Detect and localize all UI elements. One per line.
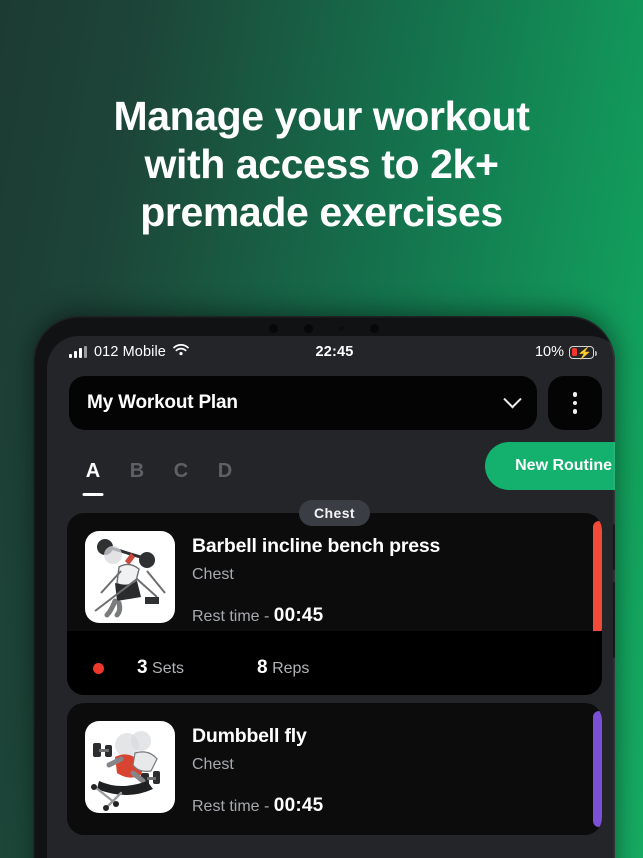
workout-plan-label: My Workout Plan (87, 392, 238, 413)
volume-down-button[interactable] (613, 582, 615, 658)
rest-label: Rest time - (192, 608, 274, 625)
new-routine-button[interactable]: New Routine (485, 442, 615, 490)
tab-routine-c[interactable]: C (159, 460, 203, 483)
exercise-name: Barbell incline bench press (192, 535, 441, 557)
status-bar-right: 10% ⚡ (534, 344, 598, 360)
camera-dot-icon (370, 323, 379, 333)
sets-value: 3 (137, 657, 148, 678)
device-screen: 012 Mobile 22:45 10% ⚡ My Workout Plan A… (47, 336, 615, 858)
workout-plan-selector[interactable]: My Workout Plan (69, 376, 537, 430)
tablet-device-mockup: 012 Mobile 22:45 10% ⚡ My Workout Plan A… (33, 316, 615, 858)
reps-label: Reps (272, 660, 310, 677)
exercise-rest-time: Rest time - 00:45 (192, 605, 440, 627)
volume-up-button[interactable] (613, 524, 615, 570)
tab-routine-d[interactable]: D (203, 460, 247, 483)
rest-value: 00:45 (273, 795, 324, 816)
exercise-rest-time: Rest time - 00:45 (192, 795, 323, 817)
routine-tabs: A B C D New Routine (47, 430, 615, 494)
headline-line-1: Manage your workout (113, 93, 530, 139)
muscle-group-badge-wrap: Chest (67, 500, 602, 526)
sets-label: Sets (152, 660, 185, 677)
headline-line-2: with access to 2k+ (144, 141, 499, 187)
muscle-group-badge: Chest (299, 500, 370, 526)
exercise-muscle: Chest (192, 566, 234, 583)
exercise-sets-row[interactable]: 3 Sets 8 Reps (67, 631, 602, 695)
exercise-accent-bar (593, 711, 602, 827)
battery-percent-label: 10% (534, 344, 564, 360)
tab-routine-b[interactable]: B (115, 460, 159, 483)
ambient-sensor-icon (339, 325, 344, 331)
exercise-list: Chest Barbell incline bench press Chest … (47, 500, 615, 835)
exercise-card[interactable]: Barbell incline bench press Chest Rest t… (67, 513, 602, 645)
rest-value: 00:45 (273, 605, 324, 626)
battery-charging-icon: ⚡ (569, 345, 598, 360)
tab-label: C (173, 459, 189, 482)
app-header: My Workout Plan (47, 368, 615, 430)
tab-routine-a[interactable]: A (71, 460, 115, 483)
chevron-down-icon (503, 389, 522, 408)
reps-metric: 8 Reps (257, 657, 309, 679)
kebab-menu-icon (572, 392, 578, 397)
page-title: Manage your workout with access to 2k+ p… (0, 92, 643, 236)
barbell-incline-bench-press-illustration (85, 531, 175, 623)
exercise-info: Barbell incline bench press Chest Rest t… (192, 531, 440, 627)
exercise-muscle: Chest (192, 756, 234, 773)
reps-value: 8 (257, 657, 268, 678)
headline-line-3: premade exercises (140, 189, 503, 235)
tab-label: D (217, 459, 233, 482)
camera-lens-icon (269, 323, 278, 333)
status-bar: 012 Mobile 22:45 10% ⚡ (47, 336, 615, 368)
status-dot-icon (93, 662, 104, 674)
dumbbell-fly-illustration (85, 721, 175, 813)
clock-label: 22:45 (315, 344, 354, 360)
tab-label: B (129, 459, 145, 482)
exercise-info: Dumbbell fly Chest Rest time - 00:45 (192, 721, 323, 817)
front-camera-array (189, 320, 459, 336)
overflow-menu-button[interactable] (548, 376, 602, 430)
camera-sensor-icon (304, 323, 313, 333)
sets-metric: 3 Sets (137, 657, 184, 679)
exercise-name: Dumbbell fly (192, 725, 307, 747)
exercise-card[interactable]: Dumbbell fly Chest Rest time - 00:45 (67, 703, 602, 835)
rest-label: Rest time - (192, 798, 274, 815)
tab-label: A (85, 459, 101, 482)
exercise-accent-bar (593, 521, 602, 637)
